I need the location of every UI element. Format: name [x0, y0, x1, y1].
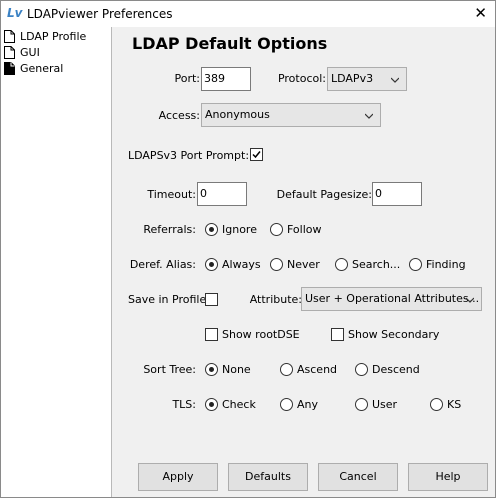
- apply-button[interactable]: Apply: [138, 463, 218, 491]
- title-bar: Lv LDAPviewer Preferences ✕: [1, 1, 495, 27]
- tls-check-radio[interactable]: [205, 398, 218, 411]
- deref-always-label: Always: [222, 258, 261, 271]
- sort-descend-radio[interactable]: [355, 363, 368, 376]
- tls-user-radio[interactable]: [355, 398, 368, 411]
- show-rootdse-label: Show rootDSE: [222, 328, 300, 341]
- pagesize-label: Default Pagesize:: [276, 188, 372, 201]
- attribute-label: Attribute:: [249, 293, 302, 306]
- tls-ks-label: KS: [447, 398, 462, 411]
- sort-tree-label: Sort Tree:: [143, 363, 196, 376]
- show-secondary-label: Show Secondary: [348, 328, 440, 341]
- tls-user-label: User: [372, 398, 398, 411]
- checkmark-icon: [252, 151, 261, 159]
- app-icon: Lv: [7, 6, 23, 20]
- save-profile-label: Save in Profile: [128, 293, 207, 306]
- button-bar: Apply Defaults Cancel Help: [112, 455, 495, 497]
- tree-item-gui[interactable]: GUI: [4, 44, 40, 60]
- ldapsv3-prompt-label: LDAPSv3 Port Prompt:: [128, 149, 250, 162]
- options-panel: LDAP Default Options Port: 389 Protocol:…: [112, 27, 495, 497]
- deref-finding-label: Finding: [426, 258, 466, 271]
- close-icon[interactable]: ✕: [474, 4, 487, 22]
- show-rootdse-checkbox[interactable]: [205, 328, 218, 341]
- deref-label: Deref. Alias:: [129, 258, 196, 271]
- sort-none-radio[interactable]: [205, 363, 218, 376]
- protocol-label: Protocol:: [277, 72, 326, 85]
- access-value: Anonymous: [205, 108, 270, 121]
- timeout-label: Timeout:: [147, 188, 196, 201]
- deref-never-radio[interactable]: [270, 258, 283, 271]
- page-title: LDAP Default Options: [132, 34, 328, 53]
- referrals-ignore-label: Ignore: [222, 223, 257, 236]
- deref-always-radio[interactable]: [205, 258, 218, 271]
- sort-descend-label: Descend: [372, 363, 420, 376]
- protocol-value: LDAPv3: [331, 72, 374, 85]
- save-profile-checkbox[interactable]: [205, 293, 218, 306]
- port-label: Port:: [174, 72, 200, 85]
- document-icon: [4, 45, 15, 59]
- tree-item-general[interactable]: General: [4, 60, 63, 76]
- tree-item-label: LDAP Profile: [20, 29, 87, 43]
- chevron-down-icon: [391, 77, 399, 83]
- deref-search-radio[interactable]: [335, 258, 348, 271]
- access-select[interactable]: Anonymous: [201, 103, 381, 127]
- referrals-follow-label: Follow: [287, 223, 322, 236]
- chevron-down-icon: [466, 297, 474, 303]
- show-secondary-checkbox[interactable]: [331, 328, 344, 341]
- pagesize-field[interactable]: 0: [372, 182, 422, 206]
- protocol-select[interactable]: LDAPv3: [327, 67, 407, 91]
- ldapsv3-prompt-checkbox[interactable]: [250, 148, 263, 161]
- attribute-value: User + Operational Attributes...: [305, 292, 480, 305]
- port-field[interactable]: 389: [201, 67, 251, 91]
- tls-any-radio[interactable]: [280, 398, 293, 411]
- preferences-window: Lv LDAPviewer Preferences ✕ LDAP Profile…: [0, 0, 496, 498]
- deref-search-label: Search...: [352, 258, 401, 271]
- referrals-follow-radio[interactable]: [270, 223, 283, 236]
- referrals-ignore-radio[interactable]: [205, 223, 218, 236]
- cancel-button[interactable]: Cancel: [318, 463, 398, 491]
- referrals-label: Referrals:: [143, 223, 196, 236]
- tree-item-label: General: [20, 61, 64, 75]
- window-title: LDAPviewer Preferences: [27, 7, 173, 21]
- document-icon: [4, 61, 15, 75]
- help-button[interactable]: Help: [408, 463, 488, 491]
- tls-ks-radio[interactable]: [430, 398, 443, 411]
- tree-item-label: GUI: [20, 45, 40, 59]
- document-icon: [4, 29, 15, 43]
- access-label: Access:: [158, 109, 200, 122]
- deref-finding-radio[interactable]: [409, 258, 422, 271]
- tls-label: TLS:: [172, 398, 196, 411]
- timeout-field[interactable]: 0: [197, 182, 247, 206]
- sort-ascend-label: Ascend: [297, 363, 338, 376]
- attribute-select[interactable]: User + Operational Attributes...: [301, 287, 482, 311]
- sort-none-label: None: [222, 363, 251, 376]
- sort-ascend-radio[interactable]: [280, 363, 293, 376]
- deref-never-label: Never: [287, 258, 320, 271]
- preferences-tree: LDAP Profile GUI General: [1, 27, 112, 497]
- defaults-button[interactable]: Defaults: [228, 463, 308, 491]
- tls-any-label: Any: [297, 398, 319, 411]
- tree-item-ldap-profile[interactable]: LDAP Profile: [4, 28, 86, 44]
- chevron-down-icon: [365, 113, 373, 119]
- tls-check-label: Check: [222, 398, 256, 411]
